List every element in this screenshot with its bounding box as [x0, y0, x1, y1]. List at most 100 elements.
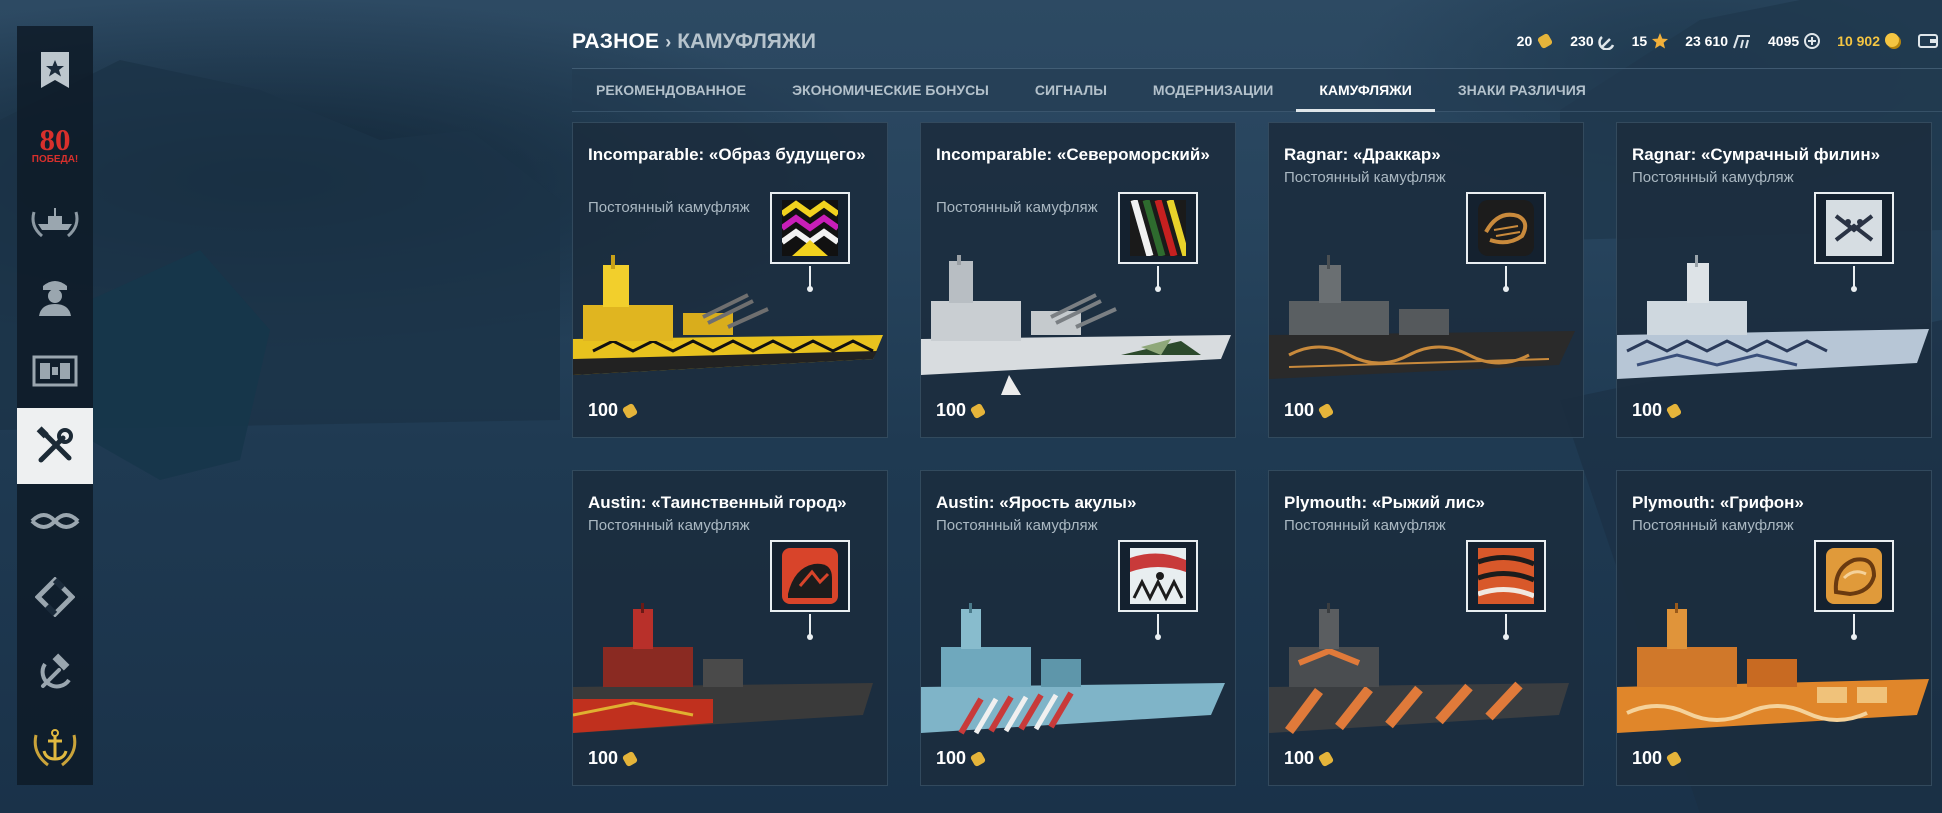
camo-card[interactable]: Ragnar: «Сумрачный филин» Постоянный кам… — [1616, 122, 1932, 438]
camo-card[interactable]: Plymouth: «Грифон» Постоянный камуфляж 1… — [1616, 470, 1932, 786]
wallet-icon — [1918, 34, 1938, 48]
camo-pattern-icon — [782, 548, 838, 604]
camo-card-price: 100 — [588, 400, 639, 421]
resource-camo-tokens[interactable]: 20 — [1517, 32, 1555, 50]
camo-pattern-icon — [1826, 200, 1882, 256]
camo-card[interactable]: Incomparable: «Образ будущего» Постоянны… — [572, 122, 888, 438]
victory-80-number: 80 — [39, 122, 71, 158]
thumb-connector — [809, 266, 811, 288]
camo-token-icon — [970, 751, 986, 766]
gold-coin-icon — [1885, 33, 1901, 49]
fleet-laurel-icon — [31, 208, 79, 238]
sidebar: 80 ПОБЕДА! — [17, 26, 93, 785]
camo-card-subtitle: Постоянный камуфляж — [1284, 169, 1446, 186]
camo-card-title: Ragnar: «Сумрачный филин» — [1632, 145, 1881, 164]
resource-wallet[interactable] — [1918, 33, 1938, 49]
victory-80-icon: 80 ПОБЕДА! — [32, 124, 79, 165]
breadcrumb-root[interactable]: РАЗНОЕ — [572, 30, 659, 54]
tab-upgrades[interactable]: МОДЕРНИЗАЦИИ — [1130, 68, 1296, 112]
sidebar-item-diamond[interactable] — [17, 559, 93, 634]
tab-economic-bonuses[interactable]: ЭКОНОМИЧЕСКИЕ БОНУСЫ — [769, 68, 1012, 112]
ship-image — [1269, 255, 1575, 379]
rope-knot-icon — [30, 513, 80, 530]
camo-card[interactable]: Ragnar: «Драккар» Постоянный камуфляж 10… — [1268, 122, 1584, 438]
camo-pattern-icon — [1130, 548, 1186, 604]
camo-token-icon — [622, 751, 638, 766]
tab-camouflages[interactable]: КАМУФЛЯЖИ — [1296, 68, 1435, 112]
camo-token-icon — [1666, 751, 1682, 766]
sidebar-item-captain[interactable] — [17, 258, 93, 333]
ship-image — [573, 603, 873, 733]
camo-card-price: 100 — [1632, 400, 1683, 421]
thumb-connector — [809, 614, 811, 636]
camo-card-subtitle: Постоянный камуфляж — [588, 199, 750, 216]
sidebar-item-tools[interactable] — [17, 408, 93, 484]
camo-thumbnail — [770, 192, 850, 264]
thumb-connector-dot — [1851, 286, 1857, 292]
resource-value: 10 902 — [1837, 33, 1880, 49]
sidebar-item-rank[interactable] — [17, 32, 93, 107]
hammer-sickle-token-icon — [1597, 36, 1614, 50]
camo-card-title: Austin: «Ярость акулы» — [936, 493, 1137, 512]
camo-card-subtitle: Постоянный камуфляж — [1632, 517, 1794, 534]
camo-card-title: Incomparable: «Североморский» — [936, 145, 1210, 164]
thumb-connector — [1157, 266, 1159, 288]
camo-token-icon — [1318, 751, 1334, 766]
thumb-connector-dot — [1503, 634, 1509, 640]
tools-icon — [36, 426, 73, 463]
camo-card-price: 100 — [1284, 748, 1335, 769]
sidebar-item-anchor[interactable] — [17, 710, 93, 785]
sidebar-item-fleet[interactable] — [17, 183, 93, 258]
camo-pattern-icon — [1130, 200, 1186, 256]
price-value: 100 — [1632, 400, 1663, 420]
sidebar-item-armory[interactable] — [17, 333, 93, 408]
camo-card-subtitle: Постоянный камуфляж — [936, 199, 1098, 216]
resource-gold[interactable]: 10 902 — [1837, 32, 1902, 50]
camo-token-icon — [1318, 403, 1334, 418]
ship-image — [1617, 255, 1929, 379]
tab-signals[interactable]: СИГНАЛЫ — [1012, 68, 1130, 112]
ship-image — [573, 255, 883, 375]
ship-image — [921, 255, 1231, 395]
camo-card-title: Incomparable: «Образ будущего» — [588, 145, 866, 164]
price-value: 100 — [1284, 748, 1315, 768]
sidebar-item-hammer-sickle[interactable] — [17, 634, 93, 709]
camouflage-grid: Incomparable: «Образ будущего» Постоянны… — [572, 122, 1932, 786]
resource-bar: 20 230 15 23 610 4095 10 902 — [1517, 28, 1942, 54]
anchor-laurel-icon — [33, 729, 77, 767]
camo-card-price: 100 — [936, 748, 987, 769]
resource-free-xp[interactable]: 23 610 — [1685, 32, 1752, 50]
camo-card-subtitle: Постоянный камуфляж — [1284, 517, 1446, 534]
sidebar-item-victory[interactable]: 80 ПОБЕДА! — [17, 107, 93, 182]
camo-thumbnail — [1118, 192, 1198, 264]
camo-card-title: Plymouth: «Рыжий лис» — [1284, 493, 1485, 512]
price-value: 100 — [1284, 400, 1315, 420]
tab-recommended[interactable]: РЕКОМЕНДОВАННОЕ — [596, 68, 769, 112]
resource-value: 230 — [1570, 33, 1594, 49]
camo-card[interactable]: Austin: «Ярость акулы» Постоянный камуфл… — [920, 470, 1236, 786]
camo-token-icon — [1666, 403, 1682, 418]
breadcrumb-separator: › — [665, 31, 672, 52]
camo-card-price: 100 — [936, 400, 987, 421]
star-icon — [1652, 33, 1669, 49]
diamond-arrow-icon — [35, 576, 75, 617]
resource-value: 4095 — [1768, 33, 1800, 49]
resource-elite-xp[interactable]: 4095 — [1768, 32, 1821, 50]
camo-token-icon — [970, 403, 986, 418]
resource-value: 20 — [1516, 33, 1533, 49]
ship-image — [1269, 603, 1569, 734]
camo-card-subtitle: Постоянный камуфляж — [1632, 169, 1794, 186]
tab-insignia[interactable]: ЗНАКИ РАЗЛИЧИЯ — [1435, 68, 1609, 112]
camo-thumbnail — [1466, 540, 1546, 612]
sidebar-item-rope[interactable] — [17, 484, 93, 559]
camo-card[interactable]: Austin: «Таинственный город» Постоянный … — [572, 470, 888, 786]
camo-card[interactable]: Plymouth: «Рыжий лис» Постоянный камуфля… — [1268, 470, 1584, 786]
thumb-connector-dot — [1155, 286, 1161, 292]
resource-stars[interactable]: 15 — [1632, 32, 1670, 50]
resource-value: 23 610 — [1685, 33, 1729, 49]
camo-thumbnail — [1814, 540, 1894, 612]
camo-card[interactable]: Incomparable: «Североморский» Постоянный… — [920, 122, 1236, 438]
camo-pattern-icon — [1826, 548, 1882, 604]
resource-hammer-sickle-tokens[interactable]: 230 — [1570, 32, 1615, 50]
camo-thumbnail — [770, 540, 850, 612]
